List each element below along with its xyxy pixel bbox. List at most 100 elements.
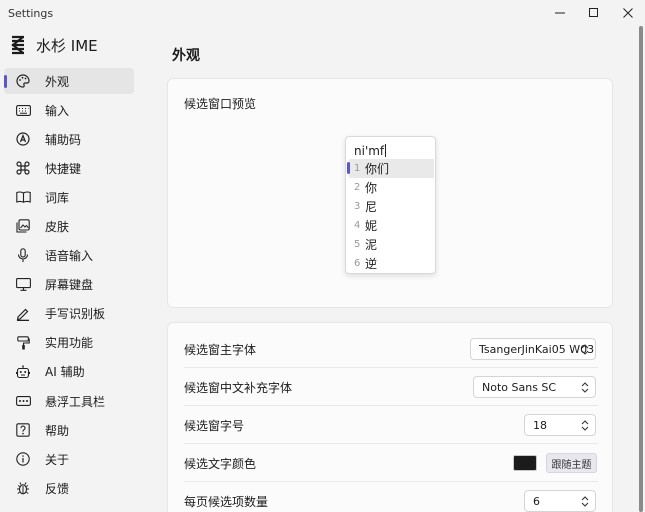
candidate-text: 尼: [365, 200, 378, 214]
setting-label: 每页候选项数量: [184, 494, 269, 509]
candidate-text: 你: [365, 181, 378, 195]
chevron-updown-icon: [581, 420, 589, 431]
setting-row-font-size: 候选窗字号 18: [168, 406, 614, 444]
candidate-text: 你们: [365, 162, 390, 176]
mizusugi-logo-icon: [11, 35, 24, 55]
palette-icon: [15, 73, 31, 89]
sidebar-item-shortcuts[interactable]: 快捷键: [4, 155, 134, 181]
compass-a-icon: [15, 131, 31, 147]
candidate-number: 2: [354, 182, 361, 193]
select-value: TsangerJinKai05 W03: [479, 342, 595, 356]
vertical-scrollbar[interactable]: [638, 26, 643, 512]
main-font-select[interactable]: TsangerJinKai05 W03: [470, 338, 596, 360]
sidebar-item-label: 实用功能: [45, 336, 94, 351]
select-value: Noto Sans SC: [482, 380, 557, 394]
sidebar-item-label: 输入: [45, 103, 70, 118]
preedit-string: ni'mf: [354, 144, 385, 158]
candidate-number: 1: [354, 163, 361, 174]
sidebar-item-label: 词库: [45, 190, 70, 205]
sidebar-item-input[interactable]: 输入: [4, 97, 134, 123]
chevron-updown-icon: [581, 344, 589, 355]
candidate-number: 4: [354, 220, 361, 231]
candidate-item: 3 尼: [346, 197, 435, 216]
monitor-icon: [15, 277, 31, 293]
sidebar-item-handwriting[interactable]: 手写识别板: [4, 301, 134, 327]
brand-name: 水杉 IME: [36, 36, 98, 55]
candidate-settings-card: 候选窗主字体 TsangerJinKai05 W03 候选窗中文补充字体 Not…: [167, 322, 613, 512]
sidebar-item-feedback[interactable]: 反馈: [4, 475, 134, 501]
sidebar-item-utilities[interactable]: 实用功能: [4, 330, 134, 356]
sidebar-item-about[interactable]: 关于: [4, 446, 134, 472]
toolbar-dots-icon: [15, 393, 31, 409]
candidate-number: 5: [354, 239, 361, 250]
sidebar-item-label: 皮肤: [45, 219, 70, 234]
candidate-number: 3: [354, 201, 361, 212]
image-stack-icon: [15, 218, 31, 234]
sidebar-item-label: 屏幕键盘: [45, 278, 94, 293]
pen-icon: [15, 306, 31, 322]
close-icon: [623, 8, 633, 18]
sidebar-item-ai-assist[interactable]: AI 辅助: [4, 359, 134, 385]
brand: 水杉 IME: [0, 28, 145, 62]
maximize-icon: [589, 8, 598, 17]
sidebar-item-label: 反馈: [45, 481, 70, 496]
chevron-updown-icon: [581, 382, 589, 393]
candidate-item: 5 泥: [346, 235, 435, 254]
sidebar-item-auxiliary-code[interactable]: 辅助码: [4, 126, 134, 152]
sidebar-item-label: AI 辅助: [45, 365, 85, 380]
sidebar-item-label: 关于: [45, 452, 70, 467]
sidebar-item-dictionary[interactable]: 词库: [4, 184, 134, 210]
text-color-swatch[interactable]: [513, 455, 537, 471]
setting-row-text-color: 候选文字颜色 跟随主题: [168, 444, 614, 482]
page-size-select[interactable]: 6: [524, 490, 596, 512]
text-caret: [385, 144, 387, 157]
sidebar-item-skins[interactable]: 皮肤: [4, 213, 134, 239]
candidate-preview-card: 候选窗口预览 ni'mf 1 你们 2 你 3 尼 4 妮 5 泥 6 逆: [167, 78, 613, 308]
command-icon: [15, 160, 31, 176]
preview-title: 候选窗口预览: [184, 97, 257, 111]
candidate-item: 6 逆: [346, 254, 435, 273]
page-title: 外观: [172, 48, 200, 64]
minimize-icon: [555, 12, 565, 14]
sidebar-item-label: 手写识别板: [45, 307, 106, 322]
sidebar-item-help[interactable]: 帮助: [4, 417, 134, 443]
candidate-text: 妮: [365, 219, 378, 233]
sidebar-item-label: 辅助码: [45, 132, 82, 147]
candidate-number: 6: [354, 258, 361, 269]
sidebar-item-label: 帮助: [45, 423, 70, 438]
setting-label: 候选窗字号: [184, 418, 245, 433]
book-icon: [15, 189, 31, 205]
setting-row-main-font: 候选窗主字体 TsangerJinKai05 W03: [168, 330, 614, 368]
follow-theme-button[interactable]: 跟随主题: [546, 453, 597, 473]
chevron-updown-icon: [581, 496, 589, 507]
maximize-button[interactable]: [577, 0, 611, 26]
sidebar-item-label: 快捷键: [45, 161, 82, 176]
window-controls: [543, 0, 645, 26]
font-size-select[interactable]: 18: [524, 414, 596, 436]
candidate-window-preview: ni'mf 1 你们 2 你 3 尼 4 妮 5 泥 6 逆: [345, 136, 436, 274]
setting-row-cjk-font: 候选窗中文补充字体 Noto Sans SC: [168, 368, 614, 406]
sidebar-item-appearance[interactable]: 外观: [4, 68, 134, 94]
sidebar-item-label: 悬浮工具栏: [45, 394, 106, 409]
sidebar-item-screen-keyboard[interactable]: 屏幕键盘: [4, 272, 134, 298]
sidebar: 水杉 IME 外观 输入 辅助码 快捷键 词库 皮肤 语音输入 屏幕键盘 手写识…: [0, 26, 145, 512]
sidebar-item-voice-input[interactable]: 语音输入: [4, 243, 134, 269]
candidate-item: 4 妮: [346, 216, 435, 235]
robot-icon: [15, 364, 31, 380]
title-bar: Settings: [0, 0, 645, 26]
scrollbar-thumb[interactable]: [639, 26, 643, 512]
candidate-text: 泥: [365, 238, 378, 252]
microphone-icon: [15, 248, 31, 264]
sidebar-item-label: 外观: [45, 74, 70, 89]
close-button[interactable]: [611, 0, 645, 26]
sidebar-item-label: 语音输入: [45, 249, 94, 264]
cjk-font-select[interactable]: Noto Sans SC: [473, 376, 596, 398]
keyboard-icon: [15, 102, 31, 118]
info-icon: [15, 451, 31, 467]
sidebar-nav: 外观 输入 辅助码 快捷键 词库 皮肤 语音输入 屏幕键盘 手写识别板 实用功能…: [0, 68, 145, 501]
paint-roller-icon: [15, 335, 31, 351]
sidebar-item-floating-toolbar[interactable]: 悬浮工具栏: [4, 388, 134, 414]
candidate-item: 2 你: [346, 178, 435, 197]
help-icon: [15, 422, 31, 438]
minimize-button[interactable]: [543, 0, 577, 26]
